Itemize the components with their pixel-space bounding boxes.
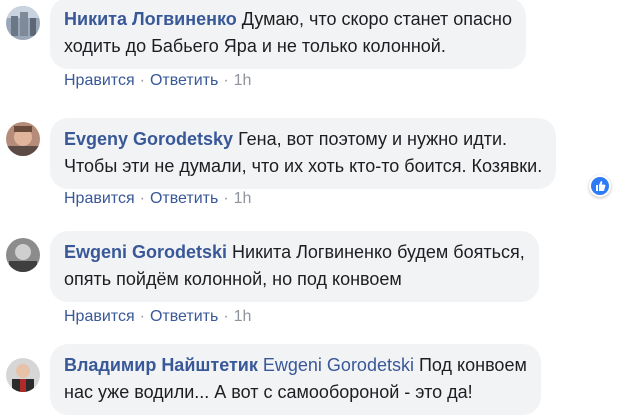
comment-bubble: Evgeny Gorodetsky Гена, вот поэтому и ну… xyxy=(50,118,557,189)
comment-text: опять пойдём колонной, но под конвоем xyxy=(64,269,402,289)
comment-bubble: Никита Логвиненко Думаю, что скоро стане… xyxy=(50,0,526,69)
separator: · xyxy=(223,308,229,325)
avatar[interactable] xyxy=(6,358,40,392)
separator: · xyxy=(223,190,229,207)
separator: · xyxy=(139,308,145,325)
avatar-image xyxy=(6,238,40,272)
reply-button[interactable]: Ответить xyxy=(150,72,218,89)
comment-author-link[interactable]: Владимир Найштетик xyxy=(64,355,258,375)
comment-text: Чтобы эти не думали, что их хоть кто-то … xyxy=(64,156,543,176)
comment-author-link[interactable]: Никита Логвиненко xyxy=(64,9,237,29)
reaction-badge[interactable] xyxy=(589,175,611,197)
avatar[interactable] xyxy=(6,6,40,40)
comment-actions: Нравится · Ответить · 1h xyxy=(64,308,251,326)
comment-author-link[interactable]: Ewgeni Gorodetski xyxy=(64,242,227,262)
thumbs-up-icon xyxy=(591,177,609,195)
comment-text: Думаю, что скоро станет опасно xyxy=(241,9,512,29)
separator: · xyxy=(139,72,145,89)
comment-bubble: Ewgeni Gorodetski Никита Логвиненко буде… xyxy=(50,231,539,302)
reply-button[interactable]: Ответить xyxy=(150,190,218,207)
comment-text: ходить до Бабьего Яра и не только колонн… xyxy=(64,36,446,56)
comment-bubble: Владимир Найштетик Ewgeni Gorodetski Под… xyxy=(50,344,541,415)
avatar-image xyxy=(6,358,40,392)
comment-timestamp[interactable]: 1h xyxy=(234,72,252,89)
reply-button[interactable]: Ответить xyxy=(150,308,218,325)
mention-link[interactable]: Ewgeni Gorodetski xyxy=(263,355,414,375)
comment-text: Под конвоем xyxy=(418,355,527,375)
comment-author-link[interactable]: Evgeny Gorodetsky xyxy=(64,129,233,149)
like-button[interactable]: Нравится xyxy=(64,308,135,325)
comment-text: нас уже водили... А вот с самообороной -… xyxy=(64,382,473,402)
avatar-image xyxy=(6,122,40,156)
separator: · xyxy=(139,190,145,207)
comment-text: Никита Логвиненко будем бояться, xyxy=(232,242,525,262)
like-button[interactable]: Нравится xyxy=(64,190,135,207)
separator: · xyxy=(223,72,229,89)
like-button[interactable]: Нравится xyxy=(64,72,135,89)
avatar[interactable] xyxy=(6,238,40,272)
comment-thread: Никита Логвиненко Думаю, что скоро стане… xyxy=(0,0,620,418)
comment-actions: Нравится · Ответить · 1h xyxy=(64,72,251,90)
comment-text: Гена, вот поэтому и нужно идти. xyxy=(238,129,508,149)
avatar[interactable] xyxy=(6,122,40,156)
comment-actions: Нравится · Ответить · 1h xyxy=(64,190,251,208)
comment-timestamp[interactable]: 1h xyxy=(234,190,252,207)
comment-timestamp[interactable]: 1h xyxy=(234,308,252,325)
avatar-image xyxy=(6,6,40,40)
